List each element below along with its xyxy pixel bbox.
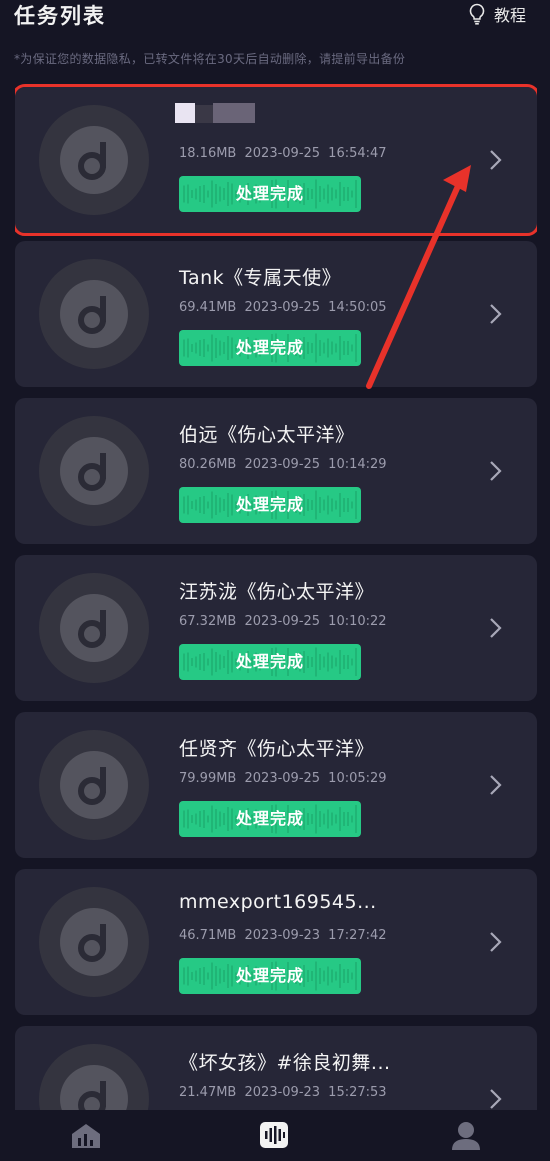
task-card[interactable]: 汪苏泷《伤心太平洋》 67.32MB 2023-09-25 10:10:22 处理完… [15, 555, 537, 701]
header: 任务列表 教程 [0, 0, 550, 40]
redacted-title-block [175, 103, 195, 123]
task-card[interactable]: 18.16MB 2023-09-25 16:54:47 处理完成 [15, 84, 537, 236]
music-disc-icon [39, 416, 149, 526]
task-card[interactable]: 伯远《伤心太平洋》 80.26MB 2023-09-25 10:14:29 处理完成 [15, 398, 537, 544]
status-badge: 处理完成 [179, 801, 361, 837]
task-size: 69.41MB [179, 300, 237, 315]
music-disc-icon [39, 259, 149, 369]
tab-profile[interactable] [448, 1118, 484, 1152]
task-meta: 67.32MB 2023-09-25 10:10:22 [179, 614, 387, 629]
status-label: 处理完成 [235, 184, 304, 203]
task-size: 18.16MB [179, 146, 237, 161]
task-meta: 46.71MB 2023-09-23 17:27:42 [179, 928, 387, 943]
music-disc-icon [39, 105, 149, 215]
task-size: 46.71MB [179, 928, 237, 943]
status-label: 处理完成 [235, 652, 304, 671]
task-size: 21.47MB [179, 1085, 237, 1100]
tab-record[interactable] [256, 1118, 292, 1152]
chevron-right-icon[interactable] [489, 460, 503, 482]
lightbulb-icon [469, 3, 485, 25]
task-title: 汪苏泷《伤心太平洋》 [179, 581, 375, 603]
bottom-tab-bar [0, 1110, 550, 1161]
tutorial-button[interactable]: 教程 [468, 2, 526, 26]
status-label: 处理完成 [235, 809, 304, 828]
chevron-right-icon[interactable] [489, 303, 503, 325]
task-time: 2023-09-25 10:14:29 [244, 457, 387, 472]
task-title: Tank《专属天使》 [179, 267, 342, 289]
privacy-notice: *为保证您的数据隐私，已转文件将在30天后自动删除，请提前导出备份 [14, 52, 406, 66]
chevron-right-icon[interactable] [489, 931, 503, 953]
tutorial-label: 教程 [493, 6, 526, 25]
task-card[interactable]: 《坏女孩》#徐良初舞... 21.47MB 2023-09-23 15:27:53… [15, 1026, 537, 1110]
home-chart-icon [72, 1124, 100, 1148]
music-disc-icon [39, 730, 149, 840]
task-time: 2023-09-23 15:27:53 [244, 1085, 387, 1100]
status-badge: 处理完成 [179, 644, 361, 680]
profile-icon [452, 1122, 480, 1150]
task-time: 2023-09-25 10:10:22 [244, 614, 387, 629]
task-meta: 21.47MB 2023-09-23 15:27:53 [179, 1085, 387, 1100]
music-disc-icon [39, 1044, 149, 1110]
task-meta: 18.16MB 2023-09-25 16:54:47 [179, 146, 387, 161]
music-disc-icon [39, 887, 149, 997]
task-time: 2023-09-25 10:05:29 [244, 771, 387, 786]
task-title: mmexport169545... [179, 891, 377, 913]
task-meta: 80.26MB 2023-09-25 10:14:29 [179, 457, 387, 472]
status-label: 处理完成 [235, 338, 304, 357]
task-title: 任贤齐《伤心太平洋》 [179, 738, 375, 760]
task-time: 2023-09-25 16:54:47 [244, 146, 387, 161]
task-time: 2023-09-23 17:27:42 [244, 928, 387, 943]
redacted-title-block [195, 105, 213, 123]
music-disc-icon [39, 573, 149, 683]
status-badge: 处理完成 [179, 487, 361, 523]
redacted-title-block [213, 103, 255, 123]
task-meta: 79.99MB 2023-09-25 10:05:29 [179, 771, 387, 786]
task-meta: 69.41MB 2023-09-25 14:50:05 [179, 300, 387, 315]
task-size: 67.32MB [179, 614, 237, 629]
status-badge: 处理完成 [179, 958, 361, 994]
status-label: 处理完成 [235, 495, 304, 514]
task-card[interactable]: Tank《专属天使》 69.41MB 2023-09-25 14:50:05 处理完… [15, 241, 537, 387]
chevron-right-icon[interactable] [489, 1088, 503, 1110]
chevron-right-icon[interactable] [489, 774, 503, 796]
chevron-right-icon[interactable] [489, 149, 503, 171]
task-card[interactable]: mmexport169545... 46.71MB 2023-09-23 17:2… [15, 869, 537, 1015]
task-title: 《坏女孩》#徐良初舞... [179, 1052, 391, 1074]
status-badge: 处理完成 [179, 330, 361, 366]
task-title: 伯远《伤心太平洋》 [179, 424, 355, 446]
task-list: 18.16MB 2023-09-25 16:54:47 处理完成 Tank《专属天使… [15, 84, 537, 1110]
chevron-right-icon[interactable] [489, 617, 503, 639]
task-size: 79.99MB [179, 771, 237, 786]
status-label: 处理完成 [235, 966, 304, 985]
tab-home[interactable] [68, 1118, 104, 1152]
task-time: 2023-09-25 14:50:05 [244, 300, 387, 315]
audio-wave-icon [260, 1122, 288, 1148]
task-size: 80.26MB [179, 457, 237, 472]
task-card[interactable]: 任贤齐《伤心太平洋》 79.99MB 2023-09-25 10:05:29 处理完… [15, 712, 537, 858]
page-title: 任务列表 [14, 4, 106, 28]
status-badge: 处理完成 [179, 176, 361, 212]
